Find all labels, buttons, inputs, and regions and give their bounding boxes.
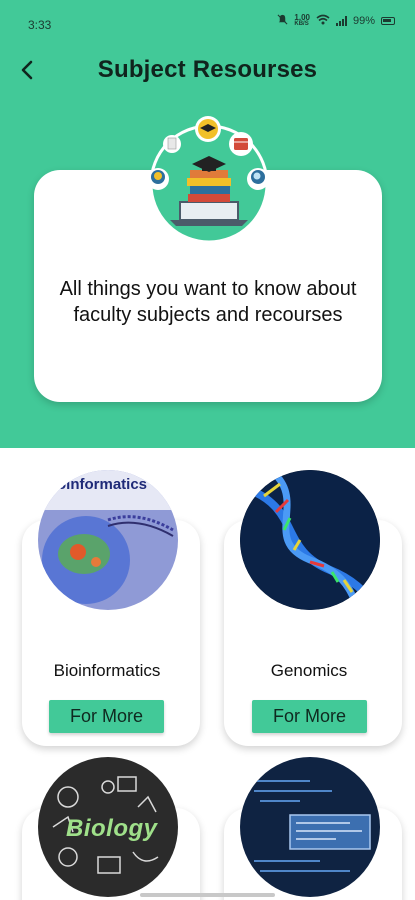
bioinformatics-image-text: Bioinformatics [42, 476, 148, 493]
for-more-button[interactable]: For More [252, 700, 367, 733]
net-speed-unit: KB/S [294, 21, 309, 27]
programming-image [240, 757, 380, 897]
status-bar: 3:33 1.00 KB/S 99% [0, 0, 415, 44]
education-illustration-icon [138, 112, 280, 244]
net-speed-value: 1.00 [294, 13, 310, 22]
home-indicator [140, 893, 275, 897]
signal-icon [335, 16, 347, 26]
biology-image-text: Biology [66, 815, 158, 842]
subject-title: Bioinformatics [53, 661, 161, 680]
battery-icon [381, 17, 395, 25]
battery-level: 99% [352, 15, 375, 27]
genomics-image [240, 470, 380, 610]
status-time: 3:33 [28, 18, 52, 32]
bell-muted-icon [277, 14, 288, 28]
biology-image: Biology [38, 757, 178, 897]
status-icons: 1.00 KB/S 99% [277, 14, 395, 28]
wifi-icon [316, 14, 330, 28]
for-more-button[interactable]: For More [49, 700, 164, 733]
page-title: Subject Resourses [97, 56, 318, 83]
hero-description: All things you want to know about facult… [59, 278, 357, 326]
bioinformatics-image: Bioinformatics [38, 470, 178, 610]
screen: 3:33 1.00 KB/S 99% Subject Resourses All… [0, 0, 415, 900]
net-speed: 1.00 KB/S [294, 14, 310, 28]
subject-title: Genomics [270, 661, 348, 680]
